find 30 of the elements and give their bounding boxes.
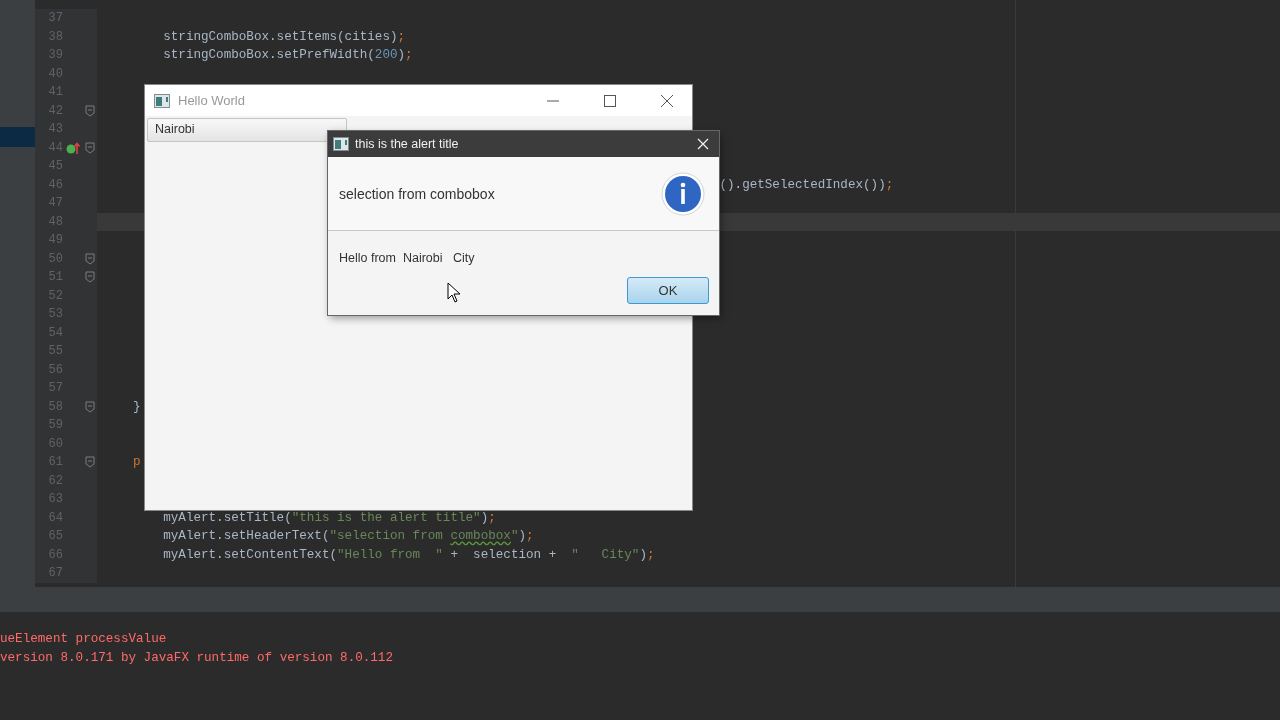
- info-icon: [661, 171, 705, 216]
- window-title: Hello World: [178, 93, 245, 108]
- city-dropdown[interactable]: Nairobi: [147, 118, 347, 142]
- fold-icon[interactable]: [85, 400, 95, 413]
- fold-icon[interactable]: [85, 141, 95, 154]
- window-icon: [154, 93, 170, 108]
- code-line: p: [133, 455, 141, 470]
- code-line: ().getSelectedIndex());: [719, 177, 894, 192]
- ok-button[interactable]: OK: [627, 277, 709, 304]
- cursor-icon: [447, 282, 461, 303]
- fold-icon[interactable]: [85, 271, 95, 284]
- panel-highlight: [0, 127, 35, 147]
- code-line: myAlert.setContentText("Hello from " + selection + " City");: [163, 547, 655, 562]
- code-line: stringComboBox.setItems(cities);: [163, 29, 406, 44]
- window-icon: [333, 137, 349, 151]
- fold-icon[interactable]: [85, 104, 95, 117]
- code-line: }: [133, 399, 141, 414]
- fold-icon[interactable]: [85, 456, 95, 469]
- fold-icon[interactable]: [85, 252, 95, 265]
- close-button[interactable]: [660, 93, 674, 108]
- dialog-title: this is the alert title: [355, 137, 459, 151]
- maximize-button[interactable]: [603, 93, 617, 108]
- console-line: version 8.0.171 by JavaFX runtime of version 8.0.112: [0, 650, 394, 667]
- dialog-header: selection from combobox: [339, 185, 495, 202]
- dialog-message: Hello from Nairobi City: [339, 251, 476, 265]
- code-line: stringComboBox.setPrefWidth(200);: [163, 48, 413, 63]
- console-line: ueElement processValue: [0, 632, 168, 648]
- override-icon[interactable]: [66, 140, 80, 155]
- code-line: myAlert.setHeaderText("selection from combobox");: [163, 529, 534, 544]
- code-line: myAlert.setTitle("this is the alert title");: [163, 510, 496, 525]
